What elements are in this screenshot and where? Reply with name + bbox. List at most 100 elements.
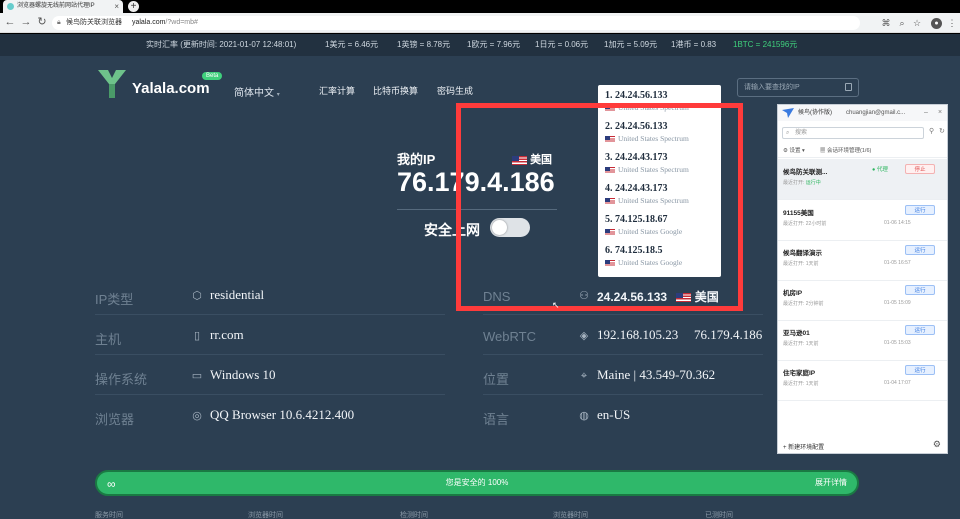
language-row-label: 语言 [483,412,510,427]
profile-search-input[interactable]: ⌕ 搜索 [782,127,924,139]
ticker-jpy: 1日元 = 0.06元 [535,40,589,49]
close-icon[interactable]: × [938,105,942,121]
profile-date: 01-05 16:57 [884,260,911,266]
browser-tab[interactable]: 浏览器螺旋无线前网站代理IP × [3,0,123,13]
ticker-usd: 1美元 = 6.46元 [325,40,379,49]
address-bar[interactable]: 🔒︎ 候鸟防关联浏览器 yalala.com/?wd=mb# [52,16,860,30]
profile-state-text: 代理 [876,167,888,173]
settings-dropdown[interactable]: ⚙ 设置 ▾ [783,146,805,154]
ticker-btc: 1BTC = 241596元 [733,40,798,49]
ticker-time: 实时汇率 (更新时间: 2021-01-07 12:48:01) [146,40,297,49]
location-value: Maine | 43.549-70.362 [597,367,716,382]
webrtc-local-value: 192.168.105.23 [597,327,679,342]
filter-icon[interactable]: ⚲ [929,127,934,135]
profile-date: 01-05 15:09 [884,300,911,306]
translate-icon[interactable]: ⌘ [880,16,892,30]
profile-meta: 最近打开: 1天前 [783,261,819,267]
settings-label: 设置 [789,148,801,154]
safety-status-bar: ∞ 您是安全的 100% 展开详情 [95,470,859,496]
expand-details-link[interactable]: 展开详情 [815,477,847,488]
nav-password-gen[interactable]: 密码生成 [437,84,473,97]
profile-row[interactable]: 91155美国 运行 最近打开: 22小时前 01-06 14:15 [778,200,947,240]
highlight-annotation-box [456,103,743,311]
site-logo[interactable]: Yalala.com Beta [96,68,236,104]
back-arrow-icon[interactable]: ← [3,15,17,29]
reload-icon[interactable]: ↻ [35,15,49,29]
profile-row[interactable]: 候鸟防关联测... ● 代理 停止 最近打开: 运行中 [778,159,947,199]
profile-date: 01-05 15:03 [884,340,911,346]
language-label: 简体中文 [234,88,274,99]
language-selector[interactable]: 简体中文 ▾ [234,84,280,99]
profile-name: 住宅家庭IP [783,370,816,377]
run-button[interactable]: 运行 [905,245,935,255]
run-button[interactable]: 运行 [905,325,935,335]
profile-name: 91155美国 [783,210,814,217]
browser-label: 浏览器 [95,412,135,427]
minimize-icon[interactable]: – [924,105,928,121]
bookmark-star-icon[interactable]: ☆ [911,16,923,30]
nav-rate-calc[interactable]: 汇率计算 [319,84,355,97]
ip-search-placeholder: 请输入要查找的IP [744,84,800,91]
bottom-label: 服务时间 [95,512,123,519]
profile-row[interactable]: 住宅家庭IP 运行 最近打开: 1天前 01-04 17:07 [778,360,947,400]
location-label: 位置 [483,372,510,387]
row-divider [95,354,445,355]
profile-meta: 最近打开: 1天前 [783,381,819,387]
menu-dots-icon[interactable]: ⋮ [946,16,958,30]
profile-row[interactable]: 候鸟翻译演示 运行 最近打开: 1天前 01-05 16:57 [778,240,947,280]
profile-row[interactable]: 亚马逊01 运行 最近打开: 1天前 01-05 15:03 [778,320,947,360]
profile-name: 候鸟防关联测... [783,169,828,176]
gear-icon[interactable]: ⚙ [933,439,941,450]
my-ip-label: 我的IP [397,152,436,167]
new-profile-button[interactable]: + 新建环境配置 [783,442,824,451]
bottom-label: 检测时间 [400,512,428,519]
forward-arrow-icon[interactable]: → [19,15,33,29]
row-divider [95,314,445,315]
run-button[interactable]: 运行 [905,365,935,375]
profile-meta-text: 最近打开: [783,180,805,186]
divider [778,157,947,158]
bottom-label: 浏览器时间 [248,512,283,519]
dns-ip: 24.24.56.133 [597,290,668,304]
dns-label: DNS [483,289,511,304]
ticker-hkd: 1港币 = 0.83 [671,40,717,49]
host-label: 主机 [95,332,122,347]
ticker-gbp: 1英镑 = 8.78元 [397,40,451,49]
run-button[interactable]: 运行 [905,205,935,215]
mouse-cursor-icon: ↖ [552,300,560,310]
zoom-icon[interactable]: ⌕ [896,16,908,30]
env-manage-link[interactable]: ▦ 会话环境管理(1/6) [820,146,871,154]
lock-icon: 🔒︎ [57,19,61,26]
search-icon[interactable] [845,83,852,91]
profile-row[interactable]: 机房IP 运行 最近打开: 2分钟前 01-05 15:09 [778,280,947,320]
search-icon: ⌕ [786,130,790,136]
logo-text: Yalala.com [132,80,210,97]
dns-value[interactable]: 24.24.56.133 美国 [597,288,719,305]
profile-name: 亚马逊01 [783,330,810,337]
ip-search-input[interactable]: 请输入要查找的IP [737,78,859,97]
tab-title: 浏览器螺旋无线前网站代理IP [17,3,95,9]
refresh-icon[interactable]: ↻ [939,127,945,135]
ticker-eur: 1欧元 = 7.96元 [467,40,521,49]
us-flag-icon [676,293,692,303]
dns-country: 美国 [694,290,719,304]
new-tab-button[interactable]: + [128,1,139,12]
ip-type-value: residential [210,287,265,302]
browser-value: QQ Browser 10.6.4212.400 [210,407,355,422]
dns-item-ip: 1. 24.24.56.133 [605,90,668,101]
profile-avatar-icon[interactable]: ● [931,18,942,29]
bird-logo-icon [782,108,794,118]
nav-btc-convert[interactable]: 比特币换算 [373,84,418,97]
tab-close-icon[interactable]: × [114,0,119,13]
row-divider [483,394,763,395]
bottom-label: 浏览器时间 [553,512,588,519]
account-email: chuangjian@gmail.c... [846,110,906,116]
profile-name: 候鸟翻译演示 [783,250,822,257]
hexagon-icon: ⬡ [192,290,202,302]
yalala-logo-icon [98,70,126,98]
run-button[interactable]: 运行 [905,285,935,295]
profile-name: 机房IP [783,290,803,297]
profile-running-status: 运行中 [805,180,821,186]
divider [778,400,947,401]
stop-button[interactable]: 停止 [905,164,935,174]
